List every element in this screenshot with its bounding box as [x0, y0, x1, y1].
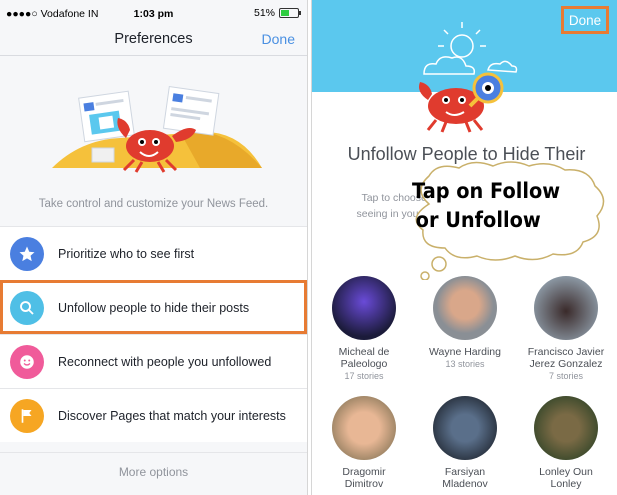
preferences-subtitle: Take control and customize your News Fee…	[38, 198, 269, 210]
avatar	[433, 396, 497, 460]
person-stories: 17 stories	[344, 371, 384, 381]
menu-item-unfollow[interactable]: Unfollow people to hide their posts	[0, 280, 307, 334]
person-card[interactable]: Farsiyan Mladenov	[415, 396, 515, 490]
avatar	[433, 276, 497, 340]
avatar	[332, 396, 396, 460]
callout-text: Tap on Follow or Unfollow	[412, 177, 587, 235]
person-stories: 7 stories	[548, 371, 583, 381]
person-name: Wayne Harding	[429, 346, 501, 358]
menu-item-prioritize[interactable]: Prioritize who to see first	[0, 226, 307, 280]
search-icon	[10, 290, 44, 325]
menu-item-label: Reconnect with people you unfollowed	[58, 354, 272, 369]
flag-icon	[10, 398, 44, 433]
preferences-menu: Prioritize who to see first Unfollow peo…	[0, 226, 307, 442]
battery-percent: 51%	[253, 7, 275, 19]
avatar	[534, 396, 598, 460]
menu-item-reconnect[interactable]: Reconnect with people you unfollowed	[0, 334, 307, 388]
smiley-icon	[10, 344, 44, 379]
person-name: Farsiyan Mladenov	[442, 466, 488, 490]
status-bar: ●●●●○ Vodafone IN 1:03 pm 51%	[0, 0, 307, 26]
menu-item-label: Unfollow people to hide their posts	[58, 300, 250, 315]
person-card[interactable]: Francisco Javier Jerez Gonzalez 7 stories	[516, 276, 616, 381]
person-stories: 13 stories	[445, 359, 485, 369]
battery-icon	[279, 8, 301, 18]
person-name: Francisco Javier Jerez Gonzalez	[527, 346, 605, 370]
menu-item-discover-pages[interactable]: Discover Pages that match your interests	[0, 388, 307, 442]
person-card[interactable]: Dragomir Dimitrov	[314, 396, 414, 490]
menu-item-label: Prioritize who to see first	[58, 246, 195, 261]
menu-item-label: Discover Pages that match your interests	[58, 408, 286, 423]
preferences-screen: ●●●●○ Vodafone IN 1:03 pm 51% Preference…	[0, 0, 308, 495]
person-card[interactable]: Wayne Harding 13 stories	[415, 276, 515, 369]
person-name: Lonley Oun Lonley	[539, 466, 593, 490]
person-name: Dragomir Dimitrov	[342, 466, 386, 490]
person-card[interactable]: Micheal de Paleologo 17 stories	[314, 276, 414, 381]
callout-line: or Unfollow	[415, 208, 541, 232]
more-options-button[interactable]: More options	[0, 452, 307, 495]
star-icon	[10, 236, 44, 271]
person-card[interactable]: Lonley Oun Lonley	[516, 396, 616, 490]
crab-with-magnifier-illustration	[419, 72, 504, 133]
nav-bar: Preferences Done	[0, 26, 307, 56]
battery-status: 51%	[253, 7, 301, 19]
unfollow-screen: Done Unfollow People to Hide Their Posts…	[311, 0, 617, 495]
callout-line: Tap on Follow	[412, 179, 561, 203]
person-name: Micheal de Paleologo	[338, 346, 390, 370]
avatar	[332, 276, 396, 340]
avatar	[534, 276, 598, 340]
done-button[interactable]: Done	[262, 31, 295, 47]
done-button[interactable]: Done	[561, 6, 609, 34]
news-feed-illustration	[52, 86, 262, 173]
